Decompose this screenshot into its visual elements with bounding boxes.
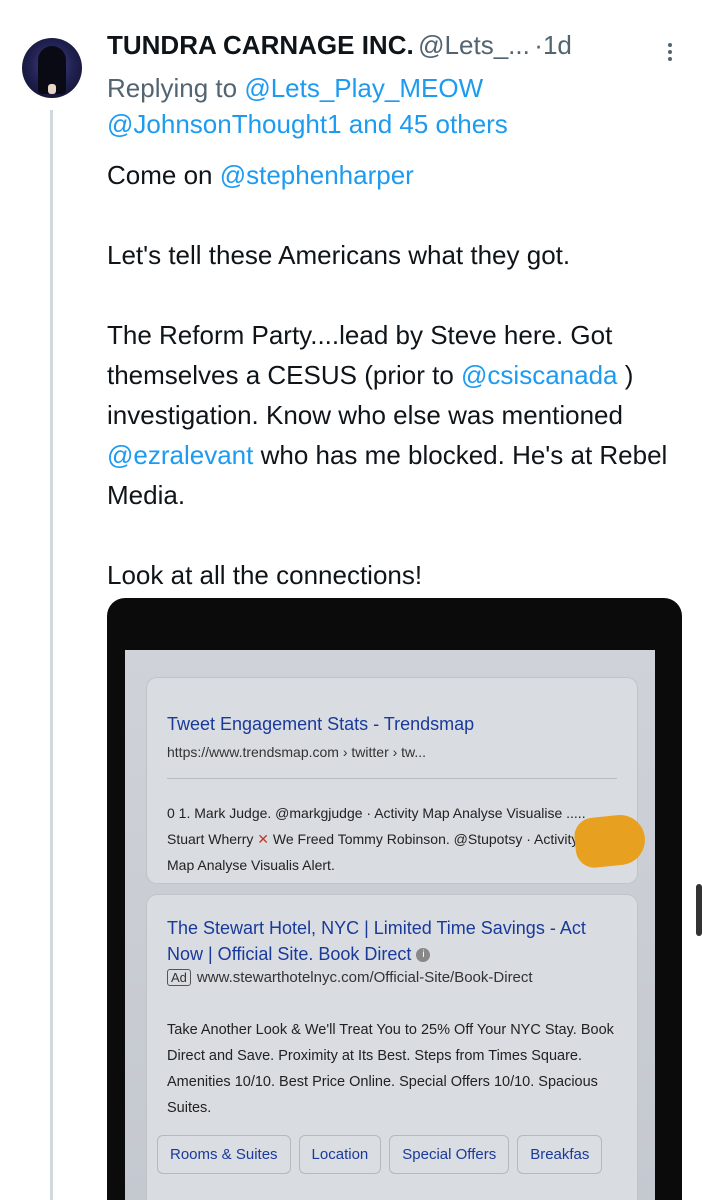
info-icon: i [416,948,431,963]
paragraph-4: Look at all the connections! [107,560,423,590]
tweet-image[interactable]: Tweet Engagement Stats - Trendsmap https… [107,598,682,1200]
tweet-text: Come on @stephenharper Let's tell these … [107,155,692,595]
ad-url-row: Ad www.stewarthotelnyc.com/Official-Site/… [167,969,533,986]
mention-csiscanada[interactable]: @csiscanada [461,360,617,390]
thread-line [50,110,53,1200]
mention-stephenharper[interactable]: @stephenharper [220,160,414,190]
text-line1-prefix: Come on [107,160,213,190]
author-handle[interactable]: @Lets_... [418,30,530,60]
search-result-ad: The Stewart Hotel, NYC | Limited Time Sa… [147,895,637,1200]
sitelink: Rooms & Suites [157,1135,291,1174]
red-x-icon: ✕ [257,831,269,847]
more-options-icon[interactable] [665,40,675,70]
author-name[interactable]: TUNDRA CARNAGE INC. [107,30,414,60]
sitelink: Location [298,1135,382,1174]
phone-screen: Tweet Engagement Stats - Trendsmap https… [125,650,655,1200]
reply-others-link[interactable]: and 45 others [349,109,508,139]
search-result-trendsmap: Tweet Engagement Stats - Trendsmap https… [147,678,648,883]
ad-url: www.stewarthotelnyc.com/Official-Site/Bo… [196,969,533,986]
reply-user-link-2[interactable]: @JohnsonThought1 [107,109,342,139]
result-snippet: 0 1. Mark Judge. @markgjudge · Activity … [167,800,607,878]
hands-icon [48,84,56,94]
pointing-hand-icon [572,812,648,870]
sitelink: Special Offers [389,1135,510,1174]
replying-prefix: Replying to [107,73,238,103]
sitelink: Breakfas [517,1135,603,1174]
separator-dot: · [534,30,543,60]
result-title: Tweet Engagement Stats - Trendsmap [167,714,475,734]
avatar[interactable] [22,38,82,98]
divider [167,778,617,779]
timestamp[interactable]: 1d [543,30,572,60]
ad-sitelinks: Rooms & Suites Location Special Offers Brea… [157,1135,637,1195]
scrollbar[interactable] [696,884,702,936]
reply-user-link[interactable]: @Lets_Play_MEOW [244,73,483,103]
ad-snippet: Take Another Look & We'll Treat You to 2… [167,1022,614,1116]
ad-title: The Stewart Hotel, NYC | Limited Time Sa… [167,915,622,967]
replying-to: Replying to @Lets_Play_MEOW @JohnsonThou… [107,70,687,142]
ad-title-text: The Stewart Hotel, NYC | Limited Time Sa… [167,918,586,964]
tweet-header: TUNDRA CARNAGE INC. @Lets_... ·1d [107,30,667,70]
ad-badge: Ad [167,969,191,986]
paragraph-2: Let's tell these Americans what they got… [107,240,571,270]
result-url: https://www.trendsmap.com › twitter › tw… [167,744,427,760]
mention-ezralevant[interactable]: @ezralevant [107,440,253,470]
